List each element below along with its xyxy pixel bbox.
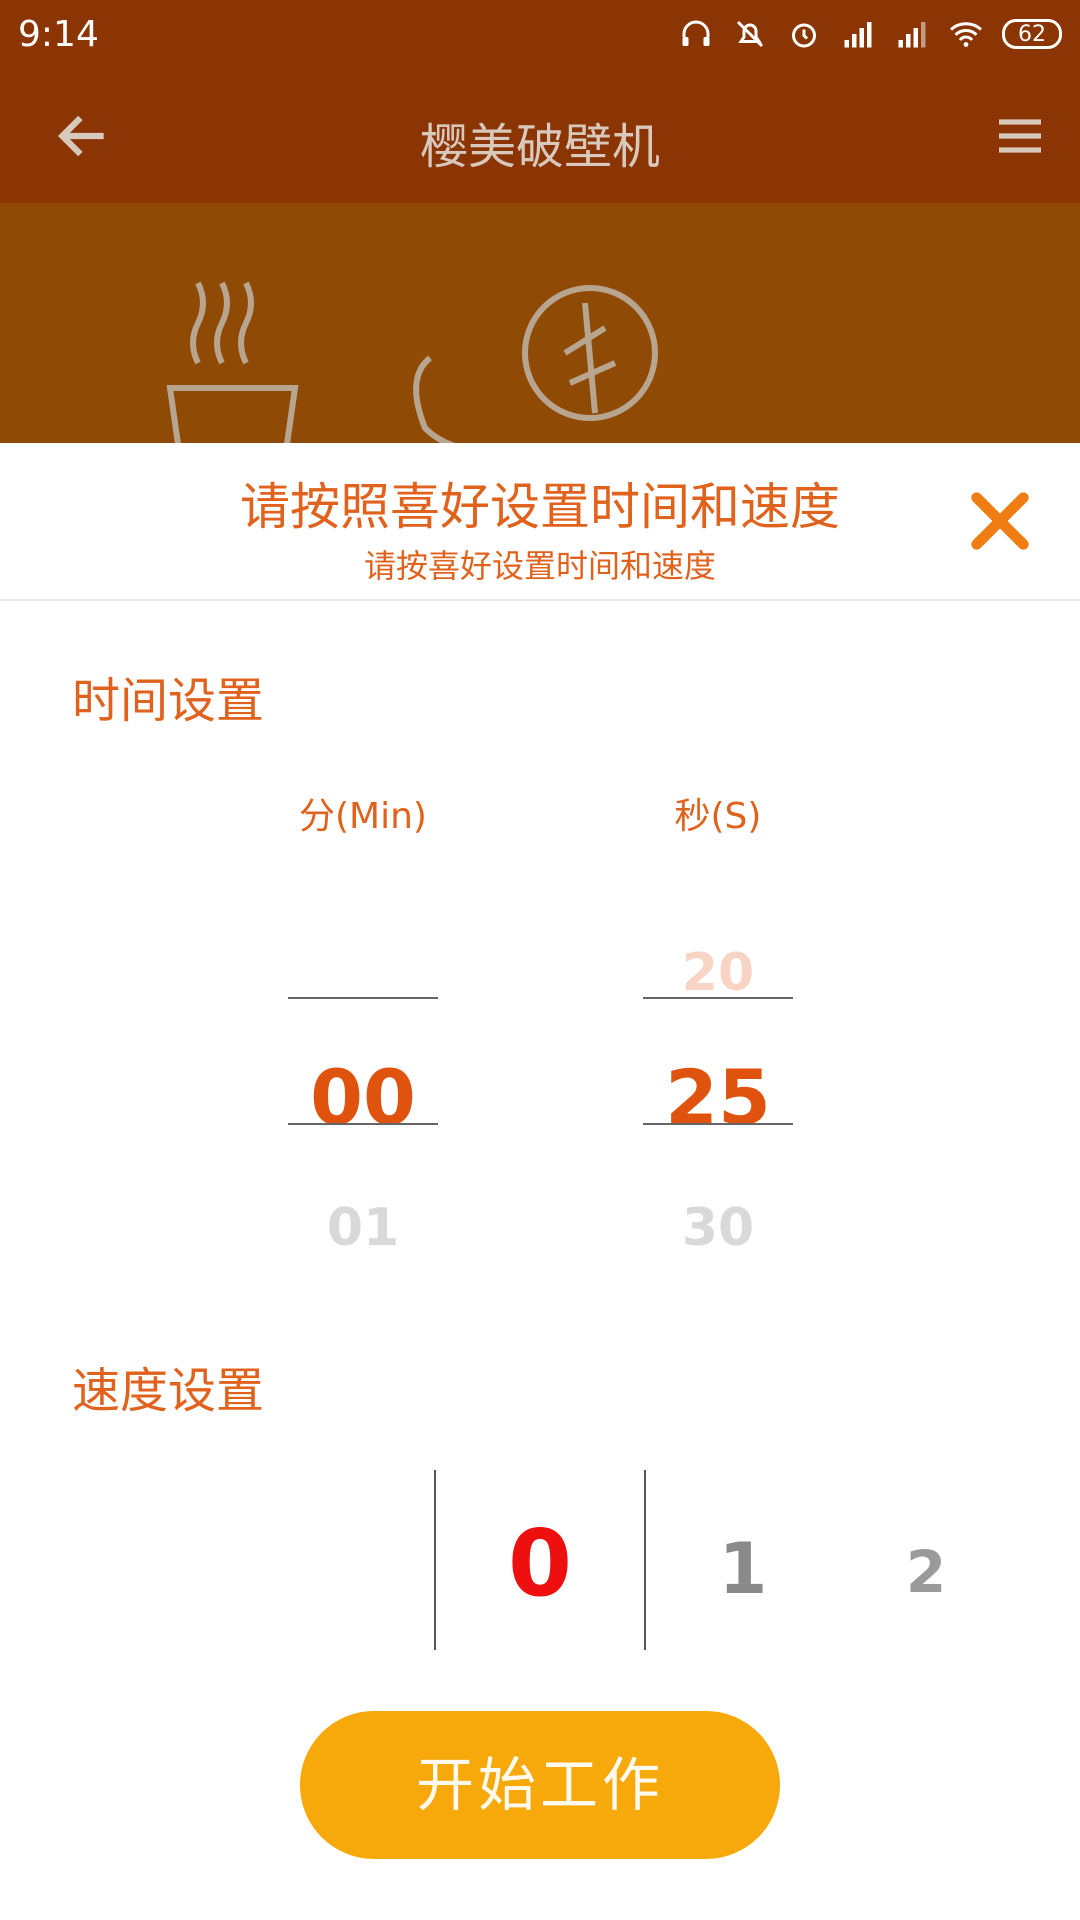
- wifi-icon: [950, 22, 982, 47]
- signal-icon: [844, 22, 872, 48]
- status-icons: 62: [678, 16, 1062, 52]
- minutes-picker[interactable]: 00 01: [288, 823, 438, 1258]
- time-setting-label: 时间设置: [72, 673, 265, 729]
- speed-divider: [434, 1470, 436, 1650]
- seconds-picker[interactable]: 20 25 30: [643, 823, 793, 1258]
- sheet-header: 请按照喜好设置时间和速度 请按喜好设置时间和速度: [0, 443, 1080, 601]
- speed-picker[interactable]: 0 1 2: [0, 1470, 1080, 1650]
- seconds-selected-value[interactable]: 25: [643, 1053, 793, 1142]
- speed-option-1[interactable]: 1: [663, 1528, 823, 1610]
- mute-icon: [736, 20, 764, 48]
- speed-option-0[interactable]: 0: [460, 1510, 620, 1617]
- close-icon[interactable]: [960, 481, 1040, 561]
- signal-icon: [898, 22, 926, 48]
- page-title: 樱美破壁机: [419, 119, 660, 175]
- minutes-selected-value[interactable]: 00: [288, 1053, 438, 1142]
- app-bar: 樱美破壁机: [0, 75, 1080, 203]
- minutes-next-value[interactable]: 01: [288, 1198, 438, 1258]
- status-bar: 9:14 62: [0, 0, 1080, 75]
- seconds-next-value[interactable]: 30: [643, 1198, 793, 1258]
- picker-divider: [288, 1123, 438, 1125]
- picker-divider: [643, 997, 793, 999]
- settings-sheet: 请按照喜好设置时间和速度 请按喜好设置时间和速度 时间设置 分(Min) 秒(S…: [0, 443, 1080, 1920]
- alarm-icon: [792, 23, 816, 48]
- speed-option-2[interactable]: 2: [846, 1538, 1006, 1606]
- food-illustration: [166, 281, 658, 443]
- picker-divider: [643, 1123, 793, 1125]
- sheet-subtitle: 请按喜好设置时间和速度: [363, 547, 716, 585]
- sheet-title: 请按照喜好设置时间和速度: [240, 478, 840, 536]
- start-work-button[interactable]: 开始工作: [300, 1711, 780, 1859]
- hero-banner: [0, 203, 1080, 443]
- battery-icon: 62: [1002, 19, 1062, 49]
- hamburger-menu-icon[interactable]: [992, 105, 1048, 167]
- speed-divider: [644, 1470, 646, 1650]
- headset-icon: [682, 20, 710, 46]
- seconds-prev-value[interactable]: 20: [643, 943, 793, 1003]
- picker-divider: [288, 997, 438, 999]
- status-time: 9:14: [18, 14, 99, 55]
- speed-setting-label: 速度设置: [72, 1363, 265, 1419]
